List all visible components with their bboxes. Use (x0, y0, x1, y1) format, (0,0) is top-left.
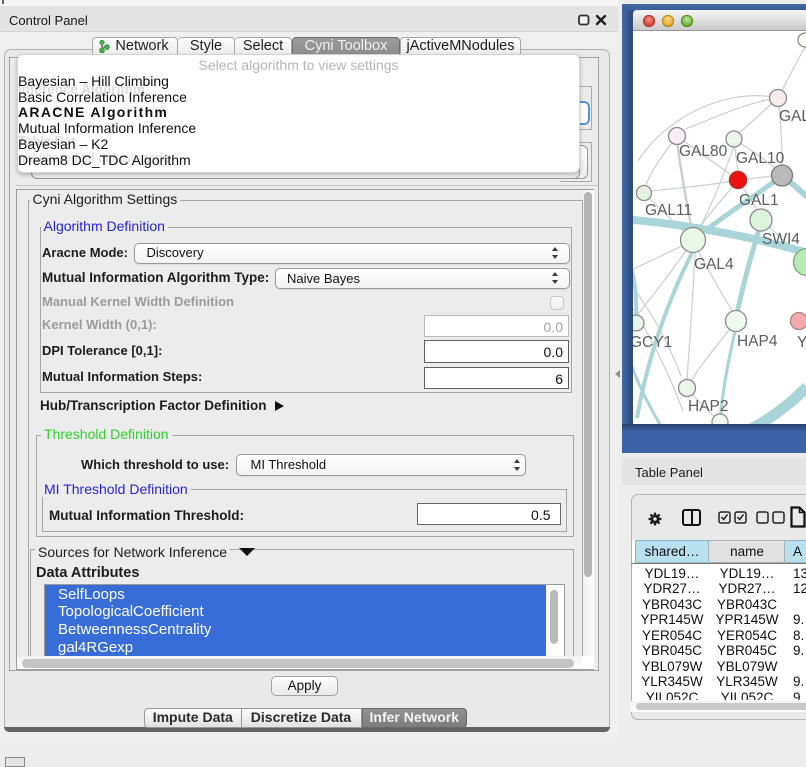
svg-text:GAL4: GAL4 (694, 256, 734, 273)
svg-text:GAL1: GAL1 (739, 192, 779, 209)
svg-text:SWI4: SWI4 (762, 231, 800, 248)
svg-text:HAP4: HAP4 (737, 333, 778, 350)
svg-text:GCY1: GCY1 (633, 334, 672, 351)
svg-text:HAP2: HAP2 (688, 398, 729, 415)
svg-text:GAL2: GAL2 (779, 108, 806, 125)
svg-text:GAL11: GAL11 (645, 202, 692, 219)
svg-text:GAL80: GAL80 (679, 143, 728, 160)
svg-text:GAL10: GAL10 (736, 150, 785, 167)
svg-text:Y: Y (797, 334, 806, 351)
